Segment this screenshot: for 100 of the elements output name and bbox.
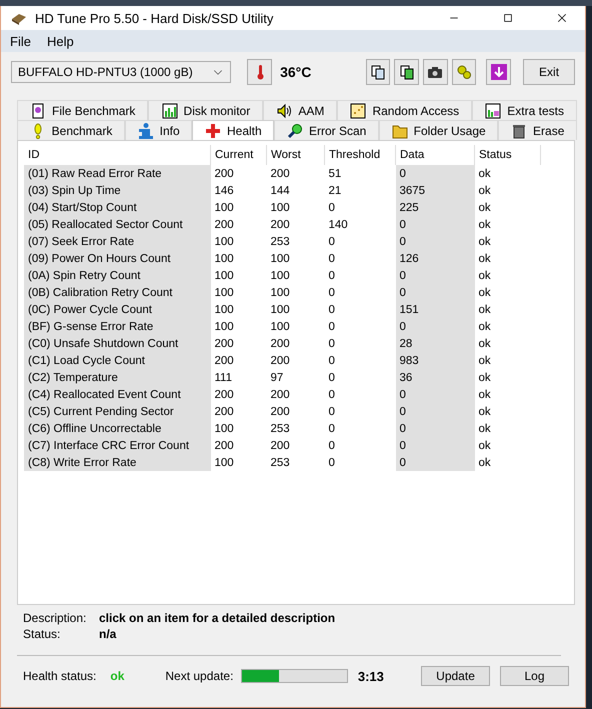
table-cell: ok (474, 284, 540, 301)
table-cell: ok (474, 267, 540, 284)
toolbar-button[interactable] (422, 59, 448, 85)
tab[interactable]: Health (192, 120, 274, 140)
next-update-label: Next update: (165, 669, 234, 683)
table-cell-text: 0 (328, 404, 336, 420)
table-cell: 100 (210, 420, 266, 437)
table-cell-text: 100 (270, 286, 291, 300)
table-cell: 200 (210, 352, 266, 369)
table-cell-text: 97 (270, 370, 284, 386)
table-cell-text: 200 (270, 336, 291, 352)
table-cell-text: 0 (328, 302, 336, 318)
table-cell: 111 (210, 369, 266, 386)
exit-button[interactable]: Exit (523, 59, 575, 85)
copy-icon (370, 64, 386, 80)
tab[interactable]: Extra tests (472, 100, 578, 120)
table-cell-text: 0 (328, 438, 336, 454)
table-cell: (C5) Current Pending Sector (24, 403, 210, 420)
detail-label: Status: (23, 627, 62, 641)
table-cell: 0 (396, 386, 474, 403)
tab[interactable]: Erase (498, 120, 578, 140)
table-cell: 200 (210, 165, 266, 182)
detail-value: n/a (99, 627, 118, 641)
table-cell: (04) Start/Stop Count (24, 199, 210, 216)
speaker-icon (276, 102, 292, 118)
update-button[interactable]: Update (421, 666, 490, 686)
table-cell: 100 (210, 318, 266, 335)
table-cell-text: 0 (328, 268, 336, 284)
column-header[interactable]: Status (474, 145, 540, 165)
table-cell: 200 (266, 165, 324, 182)
tab[interactable]: Benchmark (17, 120, 126, 140)
table-cell: 0 (396, 165, 474, 182)
trash-icon (511, 122, 528, 138)
table-cell: 0 (396, 216, 474, 233)
table-cell: (C4) Reallocated Event Count (24, 386, 210, 403)
tab[interactable]: Disk monitor (148, 100, 264, 120)
tab[interactable]: File Benchmark (17, 100, 148, 120)
temperature-reading: 36°C (280, 64, 312, 80)
toolbar-button[interactable] (394, 59, 419, 85)
drive-name: BUFFALO HD-PNTU3 (1000 gB) (18, 65, 193, 79)
table-cell-text: 100 (270, 268, 291, 284)
table-cell: (0C) Power Cycle Count (24, 301, 210, 318)
column-header[interactable]: Current (210, 145, 266, 165)
table-cell: ok (474, 318, 540, 335)
tab[interactable]: Info (125, 120, 192, 140)
table-cell-text: 100 (270, 302, 291, 318)
table-cell-text: 200 (270, 388, 291, 402)
table-cell: (C6) Offline Uncorrectable (24, 420, 210, 437)
chart-icon (485, 102, 502, 118)
table-cell: (07) Seek Error Rate (24, 233, 210, 250)
table-cell: ok (474, 250, 540, 267)
table-cell: 100 (210, 199, 266, 216)
table-cell-text: 0 (328, 370, 336, 386)
tab[interactable]: Random Access (337, 100, 472, 120)
download-icon (490, 64, 507, 80)
table-cell: ok (474, 369, 540, 386)
table-cell: ok (474, 352, 540, 369)
table-cell: (BF) G-sense Error Rate (24, 318, 210, 335)
magnifier-icon (287, 122, 303, 138)
toolbar-button[interactable] (366, 59, 390, 85)
table-cell: (0A) Spin Retry Count (24, 267, 210, 284)
table-cell: ok (474, 403, 540, 420)
detail-label: Description: (23, 611, 88, 625)
table-cell-text: 200 (270, 218, 291, 232)
column-header[interactable]: Threshold (324, 145, 396, 165)
table-cell-text: 144 (270, 184, 291, 198)
copy-icon (398, 64, 415, 80)
table-cell: 0 (396, 454, 474, 471)
table-cell: 100 (210, 454, 266, 471)
table-cell: 0 (396, 437, 474, 454)
drive-dropdown[interactable]: BUFFALO HD-PNTU3 (1000 gB) (11, 61, 232, 83)
table-cell: 200 (210, 386, 266, 403)
table-cell-text: 0 (328, 422, 336, 436)
table-cell: 0 (396, 267, 474, 284)
temperature-button[interactable] (247, 59, 272, 85)
table-cell-text: 200 (270, 354, 291, 368)
menu-item[interactable]: Help (46, 34, 74, 48)
table-cell: ok (474, 182, 540, 199)
table-cell: ok (474, 233, 540, 250)
table-cell: 100 (210, 284, 266, 301)
table-cell: (C2) Temperature (24, 369, 210, 386)
table-cell: 100 (210, 301, 266, 318)
column-header[interactable]: Worst (266, 145, 324, 165)
table-cell: (05) Reallocated Sector Count (24, 216, 210, 233)
table-cell: 126 (396, 250, 474, 267)
tab[interactable]: AAM (263, 100, 338, 120)
table-cell-text: 0 (328, 388, 336, 402)
table-cell: 51 (324, 165, 396, 182)
log-button[interactable]: Log (500, 666, 569, 686)
info-icon (138, 122, 154, 138)
tab[interactable]: Folder Usage (379, 120, 498, 140)
cross-icon (205, 122, 221, 138)
table-cell: (C8) Write Error Rate (24, 454, 210, 471)
table-cell: 100 (210, 267, 266, 284)
table-cell: 225 (396, 199, 474, 216)
table-cell: 200 (210, 216, 266, 233)
tab[interactable]: Error Scan (274, 120, 380, 140)
scatter-icon (350, 102, 366, 118)
table-cell: 100 (210, 233, 266, 250)
menu-item[interactable]: File (10, 34, 31, 48)
